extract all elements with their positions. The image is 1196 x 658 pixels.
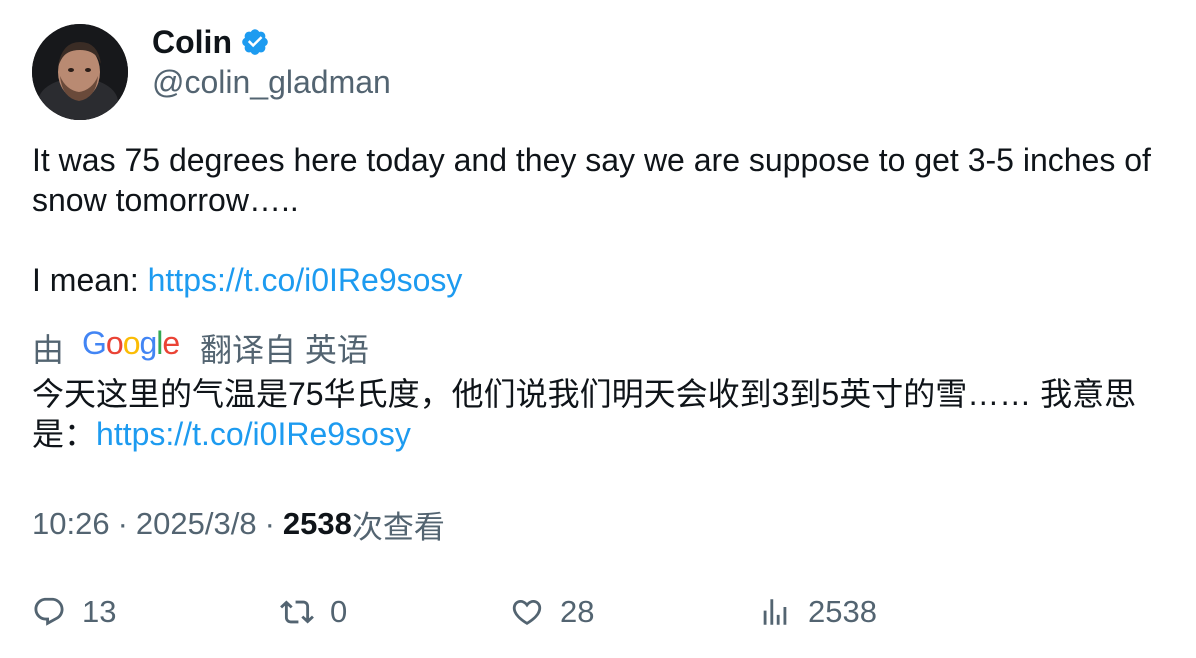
views-label: 次查看 — [351, 509, 445, 545]
svg-text:Google: Google — [82, 326, 179, 361]
tweet-prefix: I mean: — [32, 262, 148, 298]
tweet-text: It was 75 degrees here today and they sa… — [32, 140, 1172, 300]
name-row: Colin — [152, 22, 270, 62]
meta-separator: · — [264, 506, 275, 541]
translated-from-label[interactable]: 翻译自 英语 — [200, 325, 369, 371]
retweet-button[interactable]: 0 — [280, 590, 347, 634]
tweet-link[interactable]: https://t.co/i0IRe9sosy — [148, 262, 463, 298]
translated-text: 今天这里的气温是75华氏度，他们说我们明天会收到3到5英寸的雪…… 我意思是：h… — [32, 374, 1172, 454]
google-logo[interactable]: Google — [82, 325, 180, 370]
handle[interactable]: @colin_gladman — [152, 62, 391, 102]
reply-count: 13 — [82, 594, 117, 629]
views-action-count: 2538 — [808, 594, 877, 629]
action-bar: 13 0 28 2538 — [32, 590, 1172, 634]
retweet-count: 0 — [330, 594, 348, 629]
tweet-time[interactable]: 10:26 — [32, 506, 110, 542]
avatar-photo — [32, 24, 128, 120]
reply-button[interactable]: 13 — [32, 590, 116, 634]
retweet-icon — [280, 600, 314, 624]
translated-link[interactable]: https://t.co/i0IRe9sosy — [96, 416, 411, 452]
tweet-meta: 10:26 · 2025/3/8 · 2538 次查看 — [32, 504, 445, 545]
translation-attribution: 由 Google 翻译自 英语 — [32, 325, 369, 371]
views-count: 2538 — [282, 506, 352, 541]
verified-badge-icon — [240, 27, 270, 57]
google-wordmark: Google — [82, 325, 180, 361]
views-button[interactable]: 2538 — [758, 590, 877, 634]
display-name[interactable]: Colin — [152, 24, 232, 61]
heart-icon — [512, 599, 542, 625]
meta-separator: · — [117, 506, 128, 541]
reply-icon — [34, 597, 64, 626]
avatar[interactable] — [32, 24, 128, 120]
like-button[interactable]: 28 — [510, 590, 594, 634]
tweet-paragraph-2: I mean: https://t.co/i0IRe9sosy — [32, 260, 1172, 300]
tweet-date[interactable]: 2025/3/8 — [136, 506, 257, 542]
translated-by-label: 由 — [32, 332, 65, 368]
views-chart-icon — [763, 599, 787, 625]
tweet-paragraph-1: It was 75 degrees here today and they sa… — [32, 142, 1151, 218]
like-count: 28 — [560, 594, 595, 629]
